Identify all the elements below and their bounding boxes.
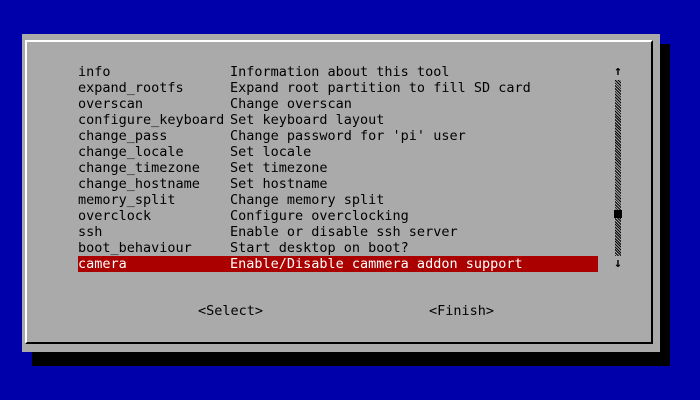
menu-list[interactable]: info Information about this tool expand_… bbox=[78, 64, 598, 272]
menu-item-desc: Enable or disable ssh server bbox=[230, 224, 458, 240]
menu-item-key: change_timezone bbox=[78, 160, 200, 176]
menu-item-change-locale[interactable]: change_locale Set locale bbox=[78, 144, 598, 160]
raspi-config-dialog: info Information about this tool expand_… bbox=[22, 34, 660, 352]
menu-item-desc: Information about this tool bbox=[230, 64, 450, 80]
scrollbar-thumb[interactable] bbox=[614, 210, 622, 218]
menu-item-desc: Set locale bbox=[230, 144, 312, 160]
menu-item-ssh[interactable]: ssh Enable or disable ssh server bbox=[78, 224, 598, 240]
menu-item-desc: Set hostname bbox=[230, 176, 328, 192]
menu-item-key: memory_split bbox=[78, 192, 176, 208]
menu-item-key: info bbox=[78, 64, 111, 80]
menu-item-configure-keyboard[interactable]: configure_keyboard Set keyboard layout bbox=[78, 112, 598, 128]
menu-item-desc: Set keyboard layout bbox=[230, 112, 385, 128]
menu-item-desc: Enable/Disable cammera addon support bbox=[230, 256, 523, 272]
menu-item-overclock[interactable]: overclock Configure overclocking bbox=[78, 208, 598, 224]
scrollbar-track[interactable] bbox=[615, 80, 621, 256]
finish-button[interactable]: <Finish> bbox=[429, 302, 494, 320]
menu-item-desc: Change memory split bbox=[230, 192, 385, 208]
menu-item-desc: Expand root partition to fill SD card bbox=[230, 80, 531, 96]
menu-item-key: change_hostname bbox=[78, 176, 200, 192]
menu-item-change-timezone[interactable]: change_timezone Set timezone bbox=[78, 160, 598, 176]
scroll-up-arrow-icon[interactable]: ↑ bbox=[612, 64, 624, 80]
menu-item-desc: Set timezone bbox=[230, 160, 328, 176]
select-button[interactable]: <Select> bbox=[198, 302, 263, 320]
menu-item-info[interactable]: info Information about this tool bbox=[78, 64, 598, 80]
scroll-down-arrow-icon[interactable]: ↓ bbox=[612, 256, 624, 272]
menu-item-key: camera bbox=[78, 256, 127, 272]
menu-item-change-pass[interactable]: change_pass Change password for 'pi' use… bbox=[78, 128, 598, 144]
menu-item-desc: Change password for 'pi' user bbox=[230, 128, 466, 144]
menu-item-key: overclock bbox=[78, 208, 152, 224]
menu-item-overscan[interactable]: overscan Change overscan bbox=[78, 96, 598, 112]
menu-item-key: change_pass bbox=[78, 128, 168, 144]
menu-item-boot-behaviour[interactable]: boot_behaviour Start desktop on boot? bbox=[78, 240, 598, 256]
menu-item-key: expand_rootfs bbox=[78, 80, 184, 96]
menu-item-camera[interactable]: camera Enable/Disable cammera addon supp… bbox=[78, 256, 598, 272]
menu-item-key: boot_behaviour bbox=[78, 240, 192, 256]
menu-item-key: change_locale bbox=[78, 144, 184, 160]
menu-item-desc: Start desktop on boot? bbox=[230, 240, 409, 256]
menu-scrollbar[interactable]: ↑ ↓ bbox=[612, 64, 624, 272]
menu-item-key: configure_keyboard bbox=[78, 112, 225, 128]
menu-item-expand-rootfs[interactable]: expand_rootfs Expand root partition to f… bbox=[78, 80, 598, 96]
menu-item-desc: Change overscan bbox=[230, 96, 352, 112]
menu-item-key: ssh bbox=[78, 224, 103, 240]
menu-item-memory-split[interactable]: memory_split Change memory split bbox=[78, 192, 598, 208]
menu-item-key: overscan bbox=[78, 96, 144, 112]
menu-item-desc: Configure overclocking bbox=[230, 208, 409, 224]
menu-item-change-hostname[interactable]: change_hostname Set hostname bbox=[78, 176, 598, 192]
